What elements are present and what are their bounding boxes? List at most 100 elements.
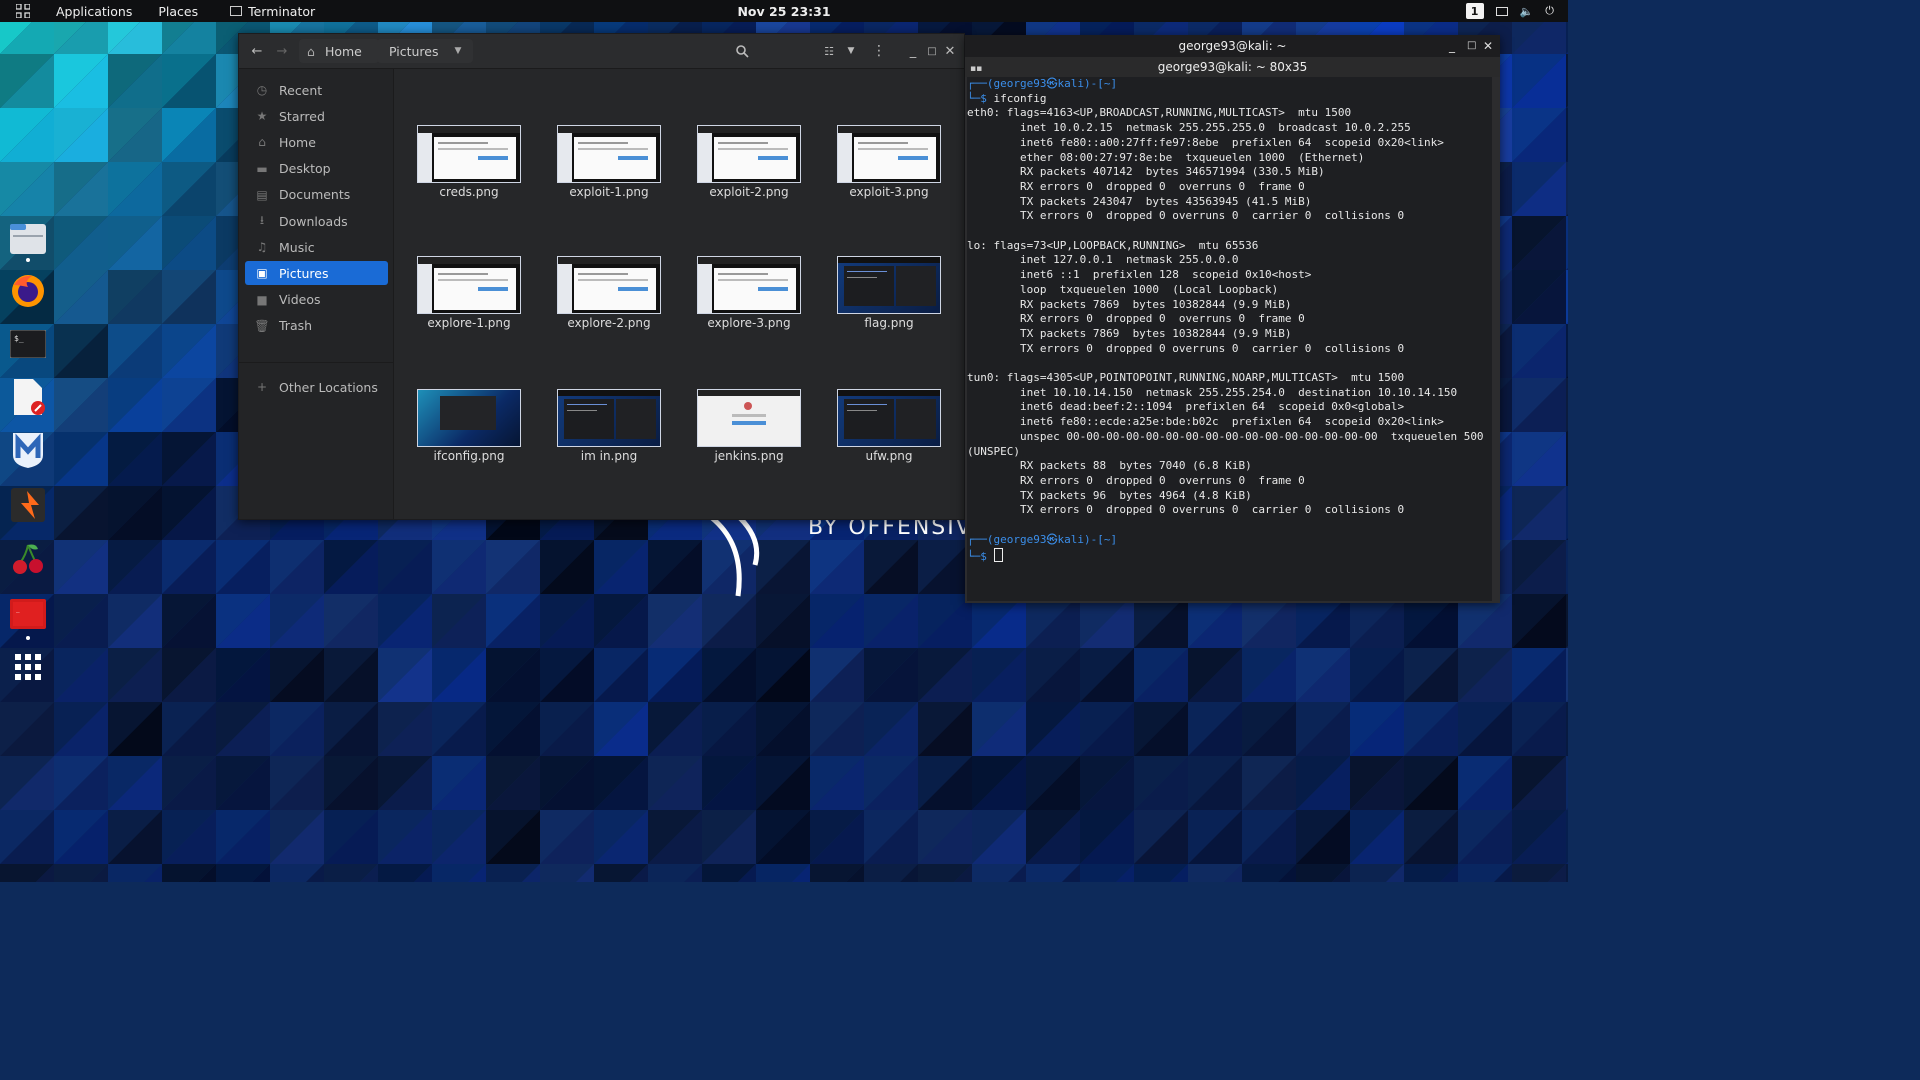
prompt-top: ┌──(george93㉿kali)-[~] <box>967 77 1118 90</box>
output-line: inet 127.0.0.1 netmask 255.0.0.0 <box>967 253 1239 267</box>
wallpaper-tile <box>1566 702 1568 756</box>
back-button[interactable]: ← <box>245 39 269 63</box>
command-text: ifconfig <box>993 91 1047 105</box>
power-icon[interactable]: ⏻ <box>1545 4 1554 18</box>
file-name: jenkins.png <box>714 449 784 463</box>
file-item[interactable]: exploit-1.png <box>534 125 674 225</box>
sidebar-item-starred[interactable]: ★ Starred <box>245 104 388 128</box>
wallpaper-tile <box>1566 486 1568 540</box>
terminal-tab-bar: ▪▪ george93@kali: ~ 80x35 <box>965 57 1500 77</box>
svg-text:_: _ <box>16 606 20 613</box>
output-line: RX errors 0 dropped 0 overruns 0 frame 0 <box>967 179 1305 193</box>
maximize-button[interactable]: □ <box>924 39 940 63</box>
breadcrumb-home-label: Home <box>324 43 362 59</box>
terminal-minimize-button[interactable]: _ <box>1449 35 1455 57</box>
output-line: loop txqueuelen 1000 (Local Loopback) <box>967 282 1279 296</box>
file-item[interactable]: ufw.png <box>814 389 954 489</box>
file-item[interactable]: explore-1.png <box>394 256 534 356</box>
file-item[interactable]: ifconfig.png <box>394 389 534 489</box>
firefox-icon[interactable] <box>9 272 47 310</box>
output-line: RX errors 0 dropped 0 overruns 0 frame 0 <box>967 473 1305 487</box>
sidebar-item-recent[interactable]: ◷ Recent <box>245 78 388 102</box>
active-app-label: Terminator <box>248 3 316 19</box>
terminal-output[interactable]: ┌──(george93㉿kali)-[~] └─$ ifconfig eth0… <box>967 77 1492 601</box>
wallpaper-tile <box>1566 864 1568 882</box>
volume-icon[interactable]: 🔈 <box>1520 5 1534 18</box>
wallpaper-tile <box>1566 810 1568 864</box>
file-name: im in.png <box>580 449 638 463</box>
search-button[interactable] <box>729 39 755 63</box>
output-line: inet 10.10.14.150 netmask 255.255.254.0 … <box>967 385 1458 399</box>
breadcrumb-home[interactable]: ⌂ Home <box>299 39 379 63</box>
file-item[interactable]: jenkins.png <box>674 389 814 489</box>
wallpaper-tile <box>1566 594 1568 648</box>
svg-text:$_: $_ <box>14 334 24 343</box>
file-item[interactable]: creds.png <box>394 125 534 225</box>
file-name: ifconfig.png <box>433 449 505 463</box>
forward-button[interactable]: → <box>270 39 294 63</box>
file-item[interactable]: im in.png <box>534 389 674 489</box>
file-name: exploit-3.png <box>849 185 929 199</box>
active-app-menu[interactable]: Terminator <box>206 4 323 19</box>
close-button[interactable]: ✕ <box>942 39 958 63</box>
sidebar-item-label: Downloads <box>279 213 348 229</box>
music-icon: ♫ <box>256 240 268 255</box>
text-editor-icon[interactable] <box>9 378 47 416</box>
file-item[interactable]: exploit-3.png <box>814 125 954 225</box>
show-apps-icon[interactable] <box>9 648 47 686</box>
sidebar-item-documents[interactable]: ▤ Documents <box>245 183 388 207</box>
dock: $_ _ <box>0 22 55 882</box>
file-item[interactable]: explore-3.png <box>674 256 814 356</box>
document-icon: ▤ <box>256 187 268 202</box>
sidebar-item-trash[interactable]: 🗑 Trash <box>245 314 388 338</box>
applications-label: Applications <box>56 3 133 19</box>
terminal-title: george93@kali: ~ <box>1178 39 1287 53</box>
terminal-small-icon <box>230 6 243 16</box>
sidebar-item-desktop[interactable]: ▬ Desktop <box>245 157 388 181</box>
sidebar-item-other-locations[interactable]: + Other Locations <box>245 375 388 399</box>
terminal-grip-icon[interactable]: ▪▪ <box>970 59 982 79</box>
command-output: eth0: flags=4163<UP,BROADCAST,RUNNING,MU… <box>967 106 1484 516</box>
terminal-maximize-button[interactable]: □ <box>1467 35 1476 57</box>
terminal-close-button[interactable]: ✕ <box>1483 35 1493 57</box>
files-icon[interactable] <box>9 219 47 257</box>
file-item[interactable]: explore-2.png <box>534 256 674 356</box>
file-item[interactable]: flag.png <box>814 256 954 356</box>
sidebar-item-videos[interactable]: ■ Videos <box>245 288 388 312</box>
sidebar-item-label: Desktop <box>279 161 331 177</box>
breadcrumb-current[interactable]: Pictures ▼ <box>377 39 473 63</box>
file-name: explore-1.png <box>427 316 511 330</box>
activities-button[interactable] <box>0 4 38 18</box>
download-icon: ⭳ <box>259 212 265 227</box>
view-options-button[interactable]: ▼ <box>842 39 860 63</box>
file-thumbnail <box>697 125 801 183</box>
cherrytree-icon[interactable] <box>9 540 47 578</box>
menu-button[interactable]: ⋮ <box>870 39 888 63</box>
burpsuite-icon[interactable] <box>9 486 47 524</box>
places-menu[interactable]: Places <box>140 4 206 19</box>
applications-menu[interactable]: Applications <box>38 4 140 19</box>
metasploit-icon[interactable] <box>9 431 47 469</box>
sidebar-item-label: Recent <box>279 82 323 98</box>
places-sidebar: ◷ Recent ★ Starred ⌂ Home ▬ Desktop ▤ Documents ⭳ D… <box>239 69 394 519</box>
sidebar-separator <box>239 362 393 363</box>
sidebar-item-pictures[interactable]: ▣ Pictures <box>245 261 388 286</box>
sidebar-item-home[interactable]: ⌂ Home <box>245 130 388 154</box>
workspace-indicator[interactable]: 1 <box>1465 3 1484 19</box>
wallpaper-tile <box>1566 648 1568 702</box>
sidebar-item-music[interactable]: ♫ Music <box>245 235 388 259</box>
terminal-icon[interactable]: $_ <box>9 325 47 363</box>
terminator-icon[interactable]: _ <box>9 595 47 633</box>
output-line: lo: flags=73<UP,LOOPBACK,RUNNING> mtu 65… <box>967 238 1259 252</box>
minimize-button[interactable]: _ <box>905 39 921 63</box>
clock[interactable]: Nov 25 23:31 <box>737 4 830 19</box>
sidebar-item-downloads[interactable]: ⭳ Downloads <box>245 209 388 233</box>
view-toggle-button[interactable]: ☷ <box>819 39 839 63</box>
home-icon: ⌂ <box>258 135 266 150</box>
display-icon[interactable] <box>1495 6 1508 16</box>
output-line: TX packets 96 bytes 4964 (4.8 KiB) <box>967 488 1252 502</box>
trash-icon: 🗑 <box>254 318 270 333</box>
file-item[interactable]: exploit-2.png <box>674 125 814 225</box>
output-line: inet6 ::1 prefixlen 128 scopeid 0x10<hos… <box>967 268 1312 282</box>
file-grid: creds.png exploit-1.png exploit-2.png explo… <box>394 69 964 519</box>
